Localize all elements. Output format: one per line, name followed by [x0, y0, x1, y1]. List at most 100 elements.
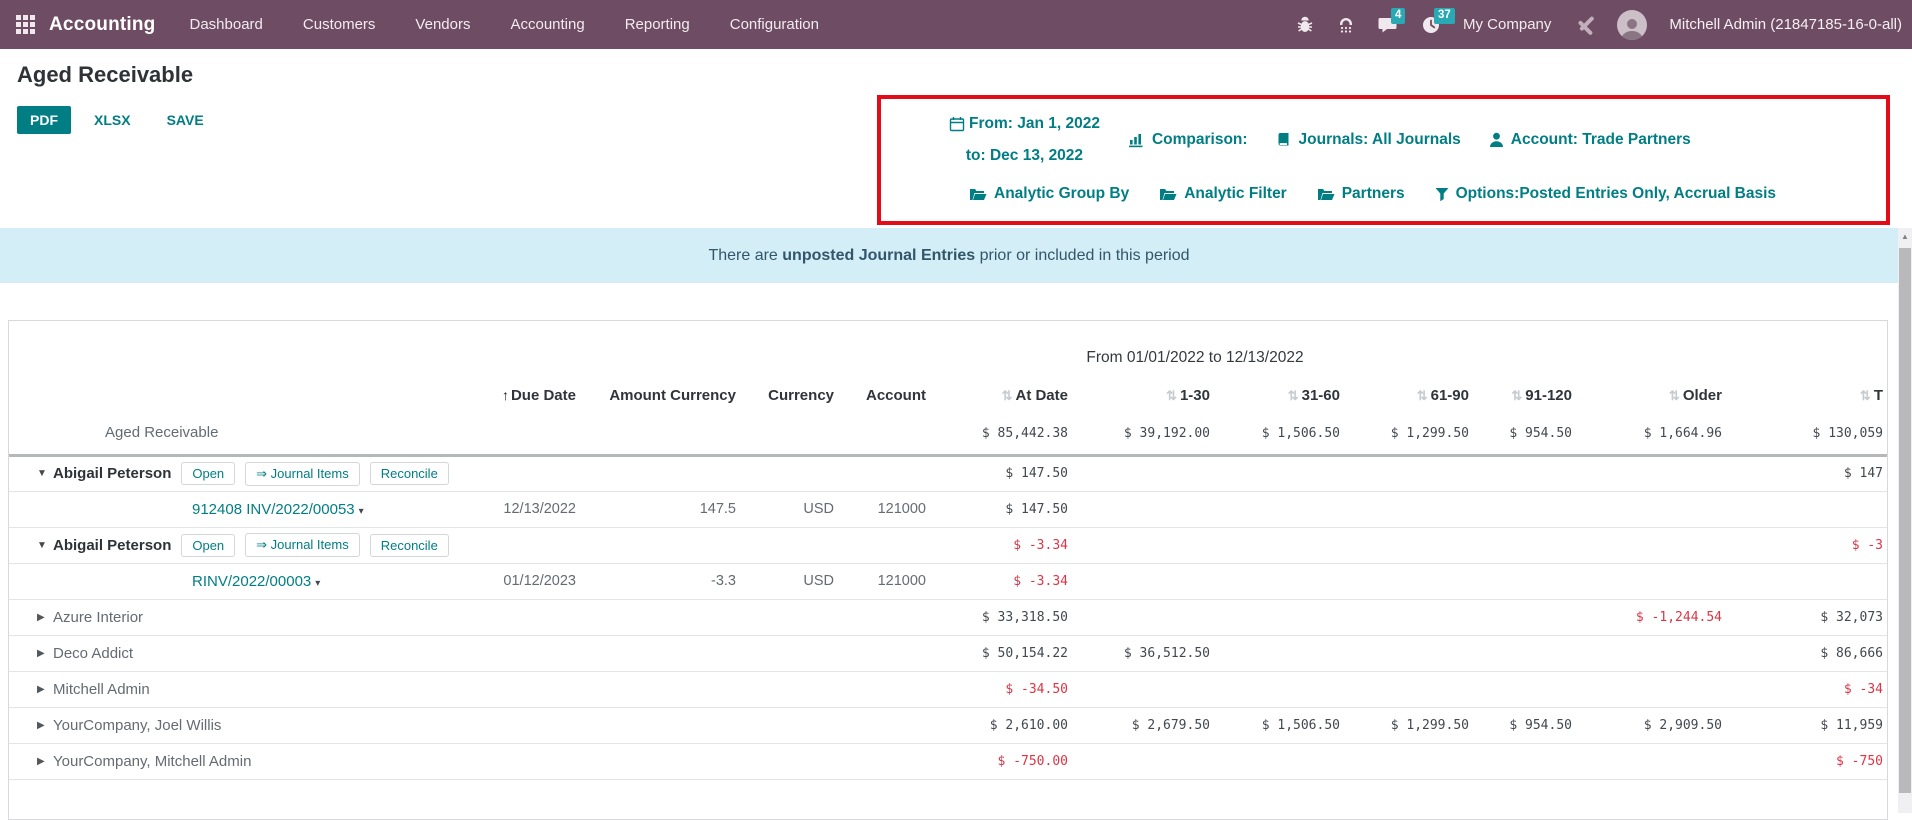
amount-cell: [1473, 527, 1576, 563]
detail-cell: [838, 599, 930, 635]
partner-name[interactable]: Azure Interior: [53, 609, 143, 626]
account-filter[interactable]: Account: Trade Partners: [1489, 131, 1691, 149]
partner-name[interactable]: YourCompany, Joel Willis: [53, 717, 221, 734]
sortable-icon[interactable]: ⇅: [1669, 388, 1680, 403]
currency-column-header[interactable]: Currency: [740, 377, 838, 413]
analytic-group-by-filter[interactable]: Analytic Group By: [969, 185, 1129, 203]
sort-ascending-icon[interactable]: ↑: [502, 387, 509, 403]
menu-vendors[interactable]: Vendors: [415, 16, 470, 33]
sortable-icon[interactable]: ⇅: [1002, 388, 1013, 403]
detail-cell: 147.5: [580, 491, 740, 527]
sortable-icon[interactable]: ⇅: [1860, 388, 1871, 403]
pdf-button[interactable]: PDF: [17, 106, 71, 134]
sortable-icon[interactable]: ⇅: [1511, 388, 1522, 403]
menu-reporting[interactable]: Reporting: [625, 16, 690, 33]
caret-down-icon[interactable]: ▼: [37, 468, 53, 479]
partner-name[interactable]: Mitchell Admin: [53, 681, 150, 698]
date-range-filter[interactable]: From: Jan 1, 2022 to: Dec 13, 2022: [949, 110, 1100, 170]
caret-right-icon[interactable]: ▶: [37, 612, 53, 623]
table-row: ▼Abigail Peterson Open ⇒ Journal Items Reco…: [9, 527, 1887, 563]
company-switcher[interactable]: My Company: [1463, 16, 1551, 33]
menu-configuration[interactable]: Configuration: [730, 16, 819, 33]
user-menu[interactable]: Mitchell Admin (21847185-16-0-all): [1669, 16, 1902, 33]
detail-cell: -3.3: [580, 563, 740, 599]
partner-name[interactable]: Abigail Peterson: [53, 537, 171, 554]
amount-cell: [1214, 491, 1344, 527]
detail-cell: [580, 635, 740, 671]
menu-dashboard[interactable]: Dashboard: [190, 16, 263, 33]
apps-grid-icon[interactable]: [16, 15, 35, 34]
filter-date-to: to: Dec 13, 2022: [966, 147, 1083, 164]
total-91-120: $ 954.50: [1473, 413, 1576, 455]
sortable-icon[interactable]: ⇅: [1417, 388, 1428, 403]
amount-cell: $ -3.34: [930, 563, 1072, 599]
journal-entry-link[interactable]: 912408 INV/2022/00053▾: [192, 501, 364, 518]
open-button[interactable]: Open: [181, 462, 235, 485]
dialpad-icon[interactable]: [1336, 15, 1356, 35]
61-90-column-header[interactable]: ⇅61-90: [1344, 377, 1473, 413]
at-date-column-header[interactable]: ⇅At Date: [930, 377, 1072, 413]
save-button[interactable]: SAVE: [154, 106, 217, 134]
journal-items-button[interactable]: ⇒ Journal Items: [245, 462, 360, 486]
journal-entry-link[interactable]: RINV/2022/00003▾: [192, 573, 320, 590]
analytic-filter[interactable]: Analytic Filter: [1159, 185, 1287, 203]
reconcile-button[interactable]: Reconcile: [370, 534, 449, 557]
caret-down-icon[interactable]: ▼: [37, 540, 53, 551]
open-button[interactable]: Open: [181, 534, 235, 557]
amount-cell: [1344, 635, 1473, 671]
amount-currency-column-header[interactable]: Amount Currency: [580, 377, 740, 413]
bug-icon[interactable]: [1296, 16, 1314, 34]
amount-cell: $ 32,073: [1726, 599, 1887, 635]
journals-filter[interactable]: Journals: All Journals: [1276, 131, 1461, 149]
systray: 4 37 My Company Mitchell Admin (21847185…: [1296, 10, 1902, 40]
scrollbar-thumb[interactable]: [1899, 248, 1911, 793]
table-row: 912408 INV/2022/00053▾12/13/2022147.5USD…: [9, 491, 1887, 527]
amount-cell: [1072, 527, 1214, 563]
amount-cell: $ 86,666: [1726, 635, 1887, 671]
detail-cell: [838, 635, 930, 671]
detail-cell: [838, 527, 930, 563]
xlsx-button[interactable]: XLSX: [81, 106, 144, 134]
journal-items-button[interactable]: ⇒ Journal Items: [245, 533, 360, 557]
app-name[interactable]: Accounting: [49, 14, 156, 36]
total-column-header[interactable]: ⇅T: [1726, 377, 1887, 413]
sortable-icon[interactable]: ⇅: [1288, 388, 1299, 403]
activities-icon[interactable]: 37: [1421, 15, 1441, 35]
caret-right-icon[interactable]: ▶: [37, 720, 53, 731]
due-date-column-header[interactable]: ↑Due Date: [480, 377, 580, 413]
partner-name[interactable]: YourCompany, Mitchell Admin: [53, 753, 251, 770]
unposted-entries-banner: There are unposted Journal Entries prior…: [0, 228, 1898, 283]
amount-cell: $ -3: [1726, 527, 1887, 563]
comparison-filter[interactable]: Comparison:: [1128, 131, 1248, 149]
reconcile-button[interactable]: Reconcile: [370, 462, 449, 485]
amount-cell: [1576, 491, 1726, 527]
amount-cell: [1344, 563, 1473, 599]
partner-name[interactable]: Abigail Peterson: [53, 465, 171, 482]
amount-cell: [1214, 527, 1344, 563]
report-card: From 01/01/2022 to 12/13/2022 ↑Due Date …: [8, 320, 1888, 820]
tools-icon[interactable]: [1573, 14, 1595, 36]
scroll-up-icon[interactable]: ▲: [1898, 232, 1912, 241]
messages-icon[interactable]: 4: [1378, 15, 1399, 35]
31-60-column-header[interactable]: ⇅31-60: [1214, 377, 1344, 413]
91-120-column-header[interactable]: ⇅91-120: [1473, 377, 1576, 413]
user-avatar[interactable]: [1617, 10, 1647, 40]
menu-accounting[interactable]: Accounting: [510, 16, 584, 33]
caret-down-icon[interactable]: ▾: [315, 578, 320, 589]
vertical-scrollbar[interactable]: ▲: [1898, 228, 1912, 813]
sortable-icon[interactable]: ⇅: [1166, 388, 1177, 403]
older-column-header[interactable]: ⇅Older: [1576, 377, 1726, 413]
page-title: Aged Receivable: [17, 62, 193, 88]
caret-right-icon[interactable]: ▶: [37, 684, 53, 695]
menu-customers[interactable]: Customers: [303, 16, 376, 33]
partner-name[interactable]: Deco Addict: [53, 645, 133, 662]
options-filter[interactable]: Options:Posted Entries Only, Accrual Bas…: [1435, 185, 1776, 203]
caret-down-icon[interactable]: ▾: [359, 506, 364, 517]
caret-right-icon[interactable]: ▶: [37, 756, 53, 767]
amount-cell: [1473, 599, 1576, 635]
caret-right-icon[interactable]: ▶: [37, 648, 53, 659]
banner-text-bold: unposted Journal Entries: [782, 247, 975, 265]
account-column-header[interactable]: Account: [838, 377, 930, 413]
1-30-column-header[interactable]: ⇅1-30: [1072, 377, 1214, 413]
partners-filter[interactable]: Partners: [1317, 185, 1405, 203]
